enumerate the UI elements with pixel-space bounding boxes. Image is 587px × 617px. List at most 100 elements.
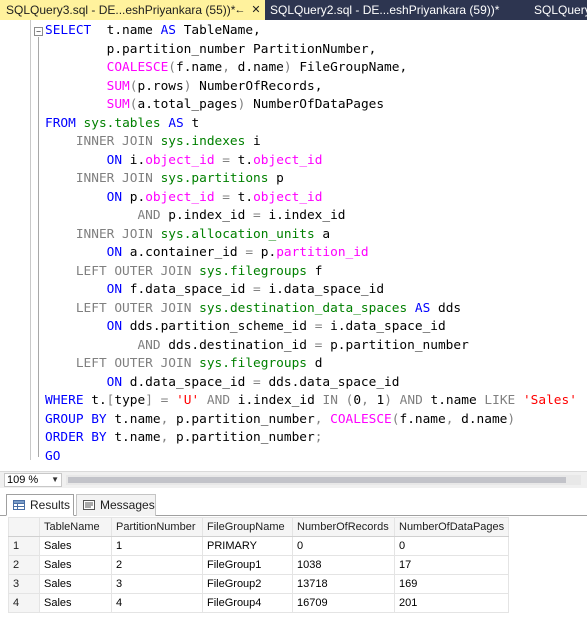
- tab-sqlquery3[interactable]: SQLQuery3.sql - DE...eshPriyankara (55))…: [0, 0, 265, 20]
- code-token: AND: [137, 337, 161, 353]
- code-line[interactable]: INNER JOIN sys.indexes i: [45, 133, 261, 151]
- row-number[interactable]: 2: [8, 555, 40, 575]
- grid-cell[interactable]: 1: [111, 536, 203, 556]
- grid-cell[interactable]: 13718: [292, 574, 395, 594]
- grid-cell[interactable]: Sales: [39, 593, 112, 613]
- code-token: COALESCE: [330, 411, 392, 427]
- code-line[interactable]: SUM(a.total_pages) NumberOfDataPages: [45, 96, 384, 114]
- code-token: p.partition_number: [168, 411, 315, 427]
- table-row[interactable]: 3 Sales 3 FileGroup2 13718 169: [8, 574, 510, 594]
- row-number[interactable]: 3: [8, 574, 40, 594]
- table-row[interactable]: 1 Sales 1 PRIMARY 0 0: [8, 536, 510, 556]
- tab-results-label: Results: [30, 498, 71, 512]
- grid-cell[interactable]: FileGroup1: [202, 555, 293, 575]
- table-row[interactable]: 4 Sales 4 FileGroup4 16709 201: [8, 593, 510, 613]
- column-header[interactable]: NumberOfDataPages: [393, 517, 510, 537]
- code-line[interactable]: LEFT OUTER JOIN sys.filegroups f: [45, 263, 323, 281]
- grid-cell[interactable]: FileGroup4: [202, 593, 293, 613]
- tab-sqlquery-overflow[interactable]: SQLQuery: [534, 0, 587, 20]
- code-line[interactable]: INNER JOIN sys.partitions p: [45, 170, 284, 188]
- code-token: AS: [168, 115, 184, 131]
- code-token: dds.destination_id: [160, 337, 315, 353]
- tab-label: SQLQuery2.sql - DE...eshPriyankara (59))…: [270, 3, 500, 17]
- code-line[interactable]: ON d.data_space_id = dds.data_space_id: [45, 374, 400, 392]
- code-line[interactable]: p.partition_number PartitionNumber,: [45, 41, 377, 59]
- grid-cell[interactable]: Sales: [39, 536, 112, 556]
- code-token: ORDER BY: [45, 430, 107, 445]
- grid-cell[interactable]: 17: [393, 555, 510, 575]
- chevron-down-icon[interactable]: ▼: [51, 474, 59, 486]
- close-icon[interactable]: ✕: [249, 0, 263, 20]
- results-pane: Results Messages TableName PartitionNumb…: [0, 488, 587, 617]
- code-line[interactable]: ON p.object_id = t.object_id: [45, 189, 323, 207]
- code-line[interactable]: GO: [45, 448, 60, 466]
- code-line[interactable]: SELECT t.name AS TableName,: [45, 22, 261, 40]
- code-line[interactable]: AND dds.destination_id = p.partition_num…: [45, 337, 468, 355]
- column-header[interactable]: PartitionNumber: [111, 517, 203, 537]
- grid-corner[interactable]: [8, 517, 40, 537]
- code-line[interactable]: LEFT OUTER JOIN sys.destination_data_spa…: [45, 300, 461, 318]
- grid-cell[interactable]: 2: [111, 555, 203, 575]
- code-token: f.data_space_id: [122, 282, 254, 297]
- grid-cell[interactable]: 16709: [292, 593, 395, 613]
- code-line[interactable]: INNER JOIN sys.allocation_units a: [45, 226, 330, 244]
- tab-results[interactable]: Results: [6, 494, 74, 516]
- code-token: AS: [414, 300, 431, 316]
- code-line[interactable]: WHERE t.[type] = 'U' AND i.index_id IN (…: [45, 392, 577, 410]
- results-grid[interactable]: TableName PartitionNumber FileGroupName …: [8, 517, 510, 613]
- code-line[interactable]: COALESCE(f.name, d.name) FileGroupName,: [45, 59, 408, 77]
- code-line[interactable]: LEFT OUTER JOIN sys.filegroups d: [45, 355, 323, 373]
- grid-cell[interactable]: 4: [111, 593, 203, 613]
- code-token: 1: [368, 393, 385, 408]
- grid-cell[interactable]: Sales: [39, 574, 112, 594]
- column-header[interactable]: TableName: [39, 517, 112, 537]
- row-number[interactable]: 4: [8, 593, 40, 613]
- column-header[interactable]: NumberOfRecords: [292, 517, 395, 537]
- code-line[interactable]: ON dds.partition_scheme_id = i.data_spac…: [45, 318, 446, 336]
- code-token: INNER JOIN: [75, 134, 153, 149]
- scrollbar-thumb[interactable]: [68, 477, 566, 483]
- horizontal-scrollbar[interactable]: [66, 475, 581, 485]
- grid-cell[interactable]: 201: [393, 593, 510, 613]
- code-token: FROM: [45, 115, 76, 131]
- tab-messages-label: Messages: [100, 498, 155, 512]
- zoom-select[interactable]: 109 % ▼: [4, 473, 62, 487]
- table-row[interactable]: 2 Sales 2 FileGroup1 1038 17: [8, 555, 510, 575]
- grid-icon: [13, 500, 25, 510]
- grid-cell[interactable]: 1038: [292, 555, 395, 575]
- query-editor[interactable]: − SELECT t.name AS TableName, p.partitio…: [0, 20, 587, 471]
- code-line[interactable]: FROM sys.tables AS t: [45, 115, 199, 133]
- code-line[interactable]: ON a.container_id = p.partition_id: [45, 244, 369, 262]
- collapse-outline-icon[interactable]: −: [34, 27, 43, 36]
- grid-cell[interactable]: FileGroup2: [202, 574, 293, 594]
- row-number[interactable]: 1: [8, 536, 40, 556]
- tab-messages[interactable]: Messages: [76, 494, 156, 516]
- grid-cell[interactable]: PRIMARY: [202, 536, 293, 556]
- code-line[interactable]: AND p.index_id = i.index_id: [45, 207, 345, 225]
- code-line[interactable]: ON f.data_space_id = i.data_space_id: [45, 281, 384, 299]
- pin-icon[interactable]: ←: [233, 0, 247, 20]
- code-token: AND: [399, 393, 423, 408]
- grid-cell[interactable]: 169: [393, 574, 510, 594]
- grid-cell[interactable]: Sales: [39, 555, 112, 575]
- column-header[interactable]: FileGroupName: [202, 517, 293, 537]
- code-line[interactable]: ON i.object_id = t.object_id: [45, 152, 323, 170]
- grid-cell[interactable]: 0: [393, 536, 510, 556]
- code-token: t.name: [422, 393, 485, 408]
- tab-sqlquery2[interactable]: SQLQuery2.sql - DE...eshPriyankara (59))…: [270, 0, 520, 20]
- code-line[interactable]: ORDER BY t.name, p.partition_number;: [45, 429, 322, 447]
- code-line[interactable]: SUM(p.rows) NumberOfRecords,: [45, 78, 323, 96]
- code-token: object_id: [253, 189, 323, 205]
- grid-cell[interactable]: 0: [292, 536, 395, 556]
- grid-cell[interactable]: 3: [111, 574, 203, 594]
- code-line[interactable]: GROUP BY t.name, p.partition_number, COA…: [45, 411, 515, 429]
